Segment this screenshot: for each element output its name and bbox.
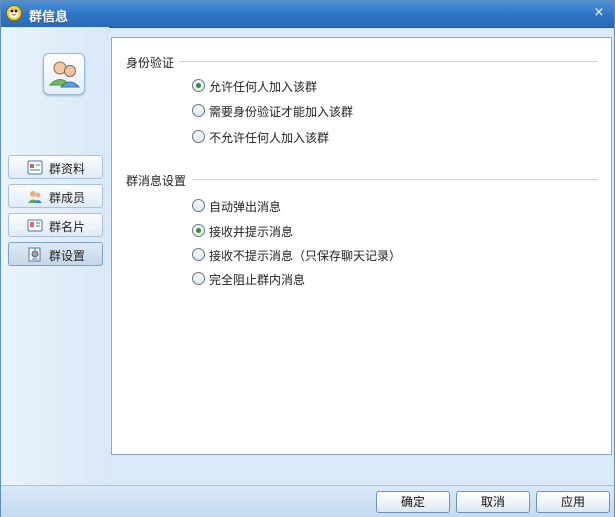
- radio-label: 需要身份验证才能加入该群: [209, 105, 354, 119]
- group-users-icon: [43, 53, 85, 95]
- ok-button[interactable]: 确定: [376, 491, 450, 513]
- message-section-title: 群消息设置: [126, 172, 187, 189]
- section-divider: [192, 179, 598, 180]
- radio-label: 完全阻止群内消息: [209, 273, 306, 287]
- group-settings-icon: [28, 247, 41, 262]
- sidebar-item-label: 群设置: [49, 249, 86, 263]
- sidebar-item-group-card[interactable]: 群名片: [8, 213, 103, 237]
- radio-button[interactable]: [192, 272, 205, 285]
- radio-label: 接收并提示消息: [209, 225, 294, 239]
- window-title: 群信息: [29, 10, 69, 25]
- identity-section-title: 身份验证: [126, 54, 175, 71]
- sidebar-item-label: 群名片: [49, 220, 86, 234]
- cancel-button[interactable]: 取消: [456, 491, 530, 513]
- radio-button[interactable]: [192, 104, 205, 117]
- title-bar[interactable]: 群信息 ×: [1, 1, 614, 28]
- radio-button[interactable]: [192, 224, 205, 237]
- sidebar-item-group-info[interactable]: 群资料: [8, 155, 103, 179]
- group-info-icon: [27, 160, 43, 175]
- radio-label: 接收不提示消息（只保存聊天记录）: [209, 249, 402, 263]
- section-divider: [179, 61, 598, 62]
- apply-button[interactable]: 应用: [536, 491, 610, 513]
- radio-button[interactable]: [192, 248, 205, 261]
- radio-label: 不允许任何人加入该群: [209, 131, 330, 145]
- radio-button[interactable]: [192, 130, 205, 143]
- group-members-icon: [28, 191, 42, 203]
- dialog-footer: 确定 取消 应用: [1, 485, 614, 517]
- sidebar: 群资料 群成员 群名片 群设置: [1, 27, 109, 485]
- group-card-icon: [27, 219, 43, 232]
- radio-label: 允许任何人加入该群: [209, 80, 318, 94]
- group-info-window: 群信息 × 群资料 群成员 群名片 群设置 身份验证 允许任何人加入该群 需要身…: [0, 0, 615, 517]
- radio-button[interactable]: [192, 79, 205, 92]
- sidebar-item-label: 群资料: [49, 162, 86, 176]
- close-button[interactable]: ×: [590, 5, 608, 21]
- sidebar-item-group-members[interactable]: 群成员: [8, 184, 103, 208]
- settings-panel: 身份验证 允许任何人加入该群 需要身份验证才能加入该群 不允许任何人加入该群 群…: [111, 37, 612, 455]
- radio-selected-dot: [196, 83, 201, 88]
- radio-label: 自动弹出消息: [209, 200, 282, 214]
- qq-penguin-icon: [6, 5, 22, 21]
- radio-button[interactable]: [192, 199, 205, 212]
- radio-selected-dot: [196, 228, 201, 233]
- sidebar-item-label: 群成员: [49, 191, 86, 205]
- sidebar-item-group-settings[interactable]: 群设置: [8, 242, 103, 266]
